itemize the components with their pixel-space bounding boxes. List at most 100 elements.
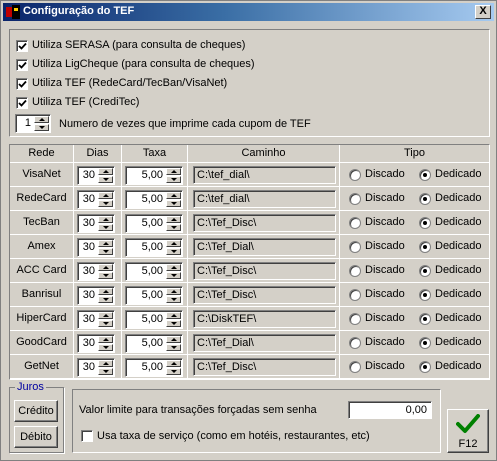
spin-down-icon[interactable] bbox=[166, 200, 181, 207]
spin-up-icon[interactable] bbox=[166, 264, 181, 271]
discado-radio[interactable] bbox=[349, 337, 361, 349]
spin-up-icon[interactable] bbox=[166, 192, 181, 199]
dias-spinner[interactable]: 30 bbox=[77, 286, 115, 305]
caminho-field[interactable]: C:\Tef_Disc\ bbox=[193, 358, 336, 376]
caminho-field[interactable]: C:\Tef_Dial\ bbox=[193, 238, 336, 256]
spin-down-icon[interactable] bbox=[98, 344, 113, 351]
dedicado-radio[interactable] bbox=[419, 241, 431, 253]
spin-down-icon[interactable] bbox=[166, 296, 181, 303]
taxa-spinner[interactable]: 5,00 bbox=[125, 190, 183, 209]
discado-label[interactable]: Discado bbox=[365, 264, 405, 276]
discado-radio[interactable] bbox=[349, 241, 361, 253]
credito-button[interactable]: Crédito bbox=[14, 400, 58, 422]
dedicado-label[interactable]: Dedicado bbox=[435, 288, 481, 300]
discado-label[interactable]: Discado bbox=[365, 216, 405, 228]
dedicado-label[interactable]: Dedicado bbox=[435, 264, 481, 276]
spin-up-icon[interactable] bbox=[98, 240, 113, 247]
spin-down-icon[interactable] bbox=[98, 272, 113, 279]
dedicado-radio[interactable] bbox=[419, 337, 431, 349]
spin-up-icon[interactable] bbox=[166, 240, 181, 247]
discado-radio[interactable] bbox=[349, 289, 361, 301]
spin-up-icon[interactable] bbox=[98, 312, 113, 319]
dedicado-radio[interactable] bbox=[419, 217, 431, 229]
debito-button[interactable]: Débito bbox=[14, 426, 58, 448]
spin-up-icon[interactable] bbox=[98, 360, 113, 367]
spin-up-icon[interactable] bbox=[166, 288, 181, 295]
spin-up-icon[interactable] bbox=[166, 336, 181, 343]
spin-up-icon[interactable] bbox=[98, 216, 113, 223]
caminho-field[interactable]: C:\DiskTEF\ bbox=[193, 310, 336, 328]
dias-spinner[interactable]: 30 bbox=[77, 190, 115, 209]
discado-radio[interactable] bbox=[349, 265, 361, 277]
taxa-spinner[interactable]: 5,00 bbox=[125, 286, 183, 305]
spin-down-icon[interactable] bbox=[166, 176, 181, 183]
taxa-spinner[interactable]: 5,00 bbox=[125, 166, 183, 185]
dedicado-radio[interactable] bbox=[419, 169, 431, 181]
dedicado-label[interactable]: Dedicado bbox=[435, 360, 481, 372]
dias-spinner[interactable]: 30 bbox=[77, 310, 115, 329]
spin-up-icon[interactable] bbox=[98, 192, 113, 199]
discado-label[interactable]: Discado bbox=[365, 192, 405, 204]
spin-up-icon[interactable] bbox=[98, 336, 113, 343]
discado-radio[interactable] bbox=[349, 193, 361, 205]
caminho-field[interactable]: C:\tef_dial\ bbox=[193, 190, 336, 208]
dedicado-label[interactable]: Dedicado bbox=[435, 216, 481, 228]
taxa-spinner[interactable]: 5,00 bbox=[125, 334, 183, 353]
spin-down-icon[interactable] bbox=[166, 344, 181, 351]
caminho-field[interactable]: C:\Tef_Disc\ bbox=[193, 214, 336, 232]
spin-down-icon[interactable] bbox=[98, 224, 113, 231]
spin-down-icon[interactable] bbox=[166, 224, 181, 231]
dedicado-radio[interactable] bbox=[419, 313, 431, 325]
discado-radio[interactable] bbox=[349, 217, 361, 229]
copies-spinner[interactable]: 1 bbox=[15, 114, 51, 133]
dias-spinner[interactable]: 30 bbox=[77, 214, 115, 233]
discado-label[interactable]: Discado bbox=[365, 312, 405, 324]
dias-spinner[interactable]: 30 bbox=[77, 166, 115, 185]
discado-radio[interactable] bbox=[349, 169, 361, 181]
discado-radio[interactable] bbox=[349, 313, 361, 325]
spin-down-icon[interactable] bbox=[98, 296, 113, 303]
taxa-spinner[interactable]: 5,00 bbox=[125, 358, 183, 377]
dedicado-label[interactable]: Dedicado bbox=[435, 192, 481, 204]
dedicado-radio[interactable] bbox=[419, 265, 431, 277]
discado-label[interactable]: Discado bbox=[365, 288, 405, 300]
dias-spinner[interactable]: 30 bbox=[77, 334, 115, 353]
spin-up-icon[interactable] bbox=[166, 216, 181, 223]
spin-down-icon[interactable] bbox=[166, 272, 181, 279]
option-checkbox-2[interactable] bbox=[16, 78, 28, 90]
spin-down-icon[interactable] bbox=[98, 368, 113, 375]
spin-up-icon[interactable] bbox=[34, 116, 49, 123]
dedicado-label[interactable]: Dedicado bbox=[435, 168, 481, 180]
spin-down-icon[interactable] bbox=[166, 368, 181, 375]
caminho-field[interactable]: C:\Tef_Dial\ bbox=[193, 334, 336, 352]
taxa-spinner[interactable]: 5,00 bbox=[125, 238, 183, 257]
taxa-spinner[interactable]: 5,00 bbox=[125, 262, 183, 281]
spin-down-icon[interactable] bbox=[98, 200, 113, 207]
taxa-spinner[interactable]: 5,00 bbox=[125, 310, 183, 329]
spin-down-icon[interactable] bbox=[34, 124, 49, 131]
limite-input[interactable]: 0,00 bbox=[348, 401, 432, 419]
close-button[interactable]: X bbox=[475, 5, 491, 19]
spin-up-icon[interactable] bbox=[98, 264, 113, 271]
taxa-servico-checkbox[interactable] bbox=[81, 430, 93, 442]
dias-spinner[interactable]: 30 bbox=[77, 238, 115, 257]
spin-up-icon[interactable] bbox=[166, 312, 181, 319]
discado-label[interactable]: Discado bbox=[365, 240, 405, 252]
dias-spinner[interactable]: 30 bbox=[77, 262, 115, 281]
spin-down-icon[interactable] bbox=[98, 248, 113, 255]
spin-up-icon[interactable] bbox=[166, 168, 181, 175]
caminho-field[interactable]: C:\Tef_Disc\ bbox=[193, 286, 336, 304]
discado-label[interactable]: Discado bbox=[365, 168, 405, 180]
caminho-field[interactable]: C:\Tef_Disc\ bbox=[193, 262, 336, 280]
spin-down-icon[interactable] bbox=[166, 320, 181, 327]
f12-button[interactable]: F12 bbox=[447, 409, 489, 453]
taxa-spinner[interactable]: 5,00 bbox=[125, 214, 183, 233]
dedicado-radio[interactable] bbox=[419, 289, 431, 301]
dedicado-radio[interactable] bbox=[419, 361, 431, 373]
discado-radio[interactable] bbox=[349, 361, 361, 373]
dias-spinner[interactable]: 30 bbox=[77, 358, 115, 377]
discado-label[interactable]: Discado bbox=[365, 360, 405, 372]
spin-up-icon[interactable] bbox=[166, 360, 181, 367]
discado-label[interactable]: Discado bbox=[365, 336, 405, 348]
title-bar[interactable]: Configuração do TEF X bbox=[3, 3, 494, 21]
